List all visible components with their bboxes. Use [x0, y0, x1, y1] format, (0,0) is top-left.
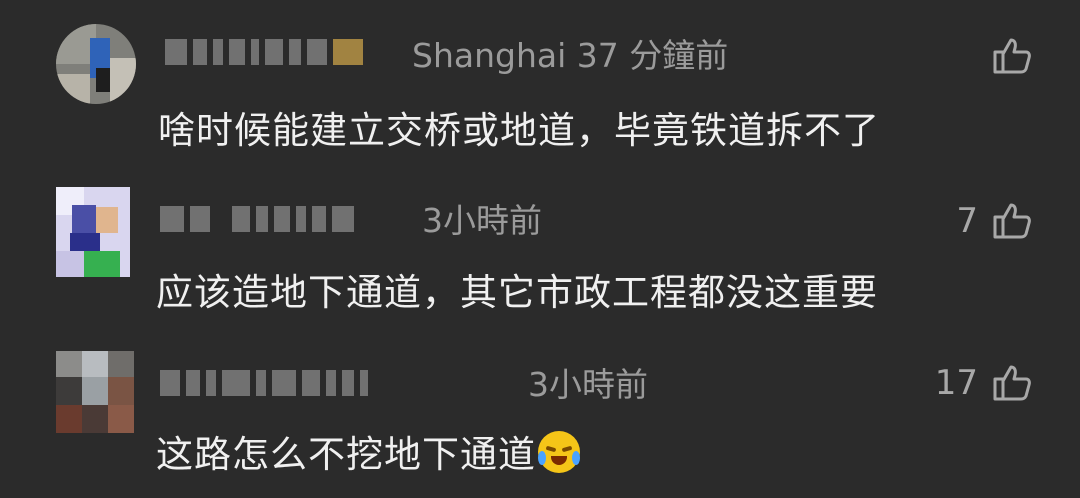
comment-text: 啥时候能建立交桥或地道，毕竟铁道拆不了	[158, 109, 880, 152]
like-count: 17	[934, 363, 978, 403]
comment-meta: 3小時前	[422, 201, 542, 240]
comment-text: 应该造地下通道，其它市政工程都没这重要	[156, 271, 878, 314]
username-blurred[interactable]	[160, 365, 368, 401]
username-blurred[interactable]	[160, 201, 354, 237]
like-button[interactable]: 17	[935, 361, 1032, 405]
comment-text: 这路怎么不挖地下通道	[156, 433, 536, 476]
like-button[interactable]: 7	[956, 199, 1032, 243]
comment-item: Shanghai 37 分鐘前 啥时候能建立交桥或地道，毕竟铁道拆不了	[0, 0, 1080, 165]
comment-meta: 3小時前	[528, 365, 648, 404]
comment-item: 3小時前 17 这路怎么不挖地下通道	[0, 335, 1080, 498]
thumbs-up-icon[interactable]	[992, 201, 1032, 241]
avatar[interactable]	[56, 351, 134, 433]
username-blurred[interactable]	[165, 34, 363, 70]
avatar[interactable]	[56, 187, 130, 277]
comment-text-row: 这路怎么不挖地下通道	[156, 431, 580, 478]
like-button[interactable]	[978, 34, 1032, 78]
like-count: 7	[956, 201, 978, 241]
comment-meta: Shanghai 37 分鐘前	[412, 36, 729, 75]
thumbs-up-icon[interactable]	[992, 36, 1032, 76]
comment-item: 3小時前 7 应该造地下通道，其它市政工程都没这重要	[0, 165, 1080, 335]
crying-laughing-emoji-icon	[538, 431, 580, 473]
thumbs-up-icon[interactable]	[992, 363, 1032, 403]
avatar[interactable]	[56, 24, 136, 104]
